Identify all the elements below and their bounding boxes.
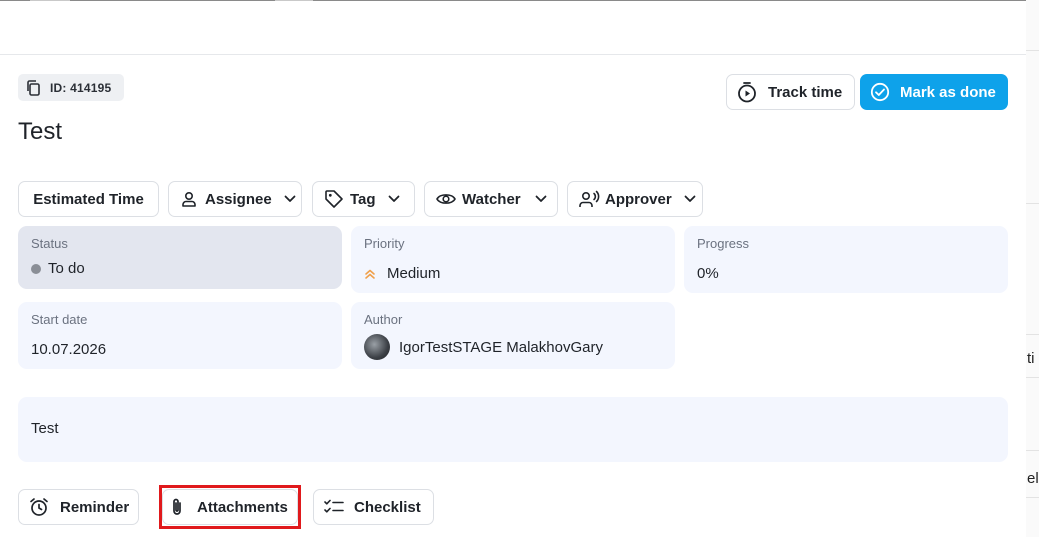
watcher-label: Watcher — [462, 190, 521, 208]
approver-voice-icon — [579, 190, 600, 207]
author-value: IgorTestSTAGE MalakhovGary — [364, 334, 603, 360]
user-icon — [182, 191, 196, 207]
side-panel-divider — [1026, 203, 1039, 204]
estimated-time-label: Estimated Time — [33, 190, 144, 208]
side-panel-divider — [1026, 50, 1039, 51]
double-chevron-up-icon — [365, 269, 375, 279]
priority-value: Medium — [364, 265, 440, 282]
checklist-icon — [324, 499, 344, 513]
mark-as-done-button[interactable]: Mark as done — [860, 74, 1008, 110]
description-text: Test — [31, 420, 59, 437]
author-card-label: Author — [364, 312, 403, 327]
eye-icon — [436, 194, 456, 204]
tag-label: Tag — [350, 190, 376, 208]
progress-value: 0% — [697, 265, 719, 282]
checklist-button[interactable]: Checklist — [313, 489, 434, 525]
side-panel-divider — [1026, 450, 1039, 451]
stopwatch-icon — [738, 82, 756, 103]
task-id-chip[interactable]: ID: 414195 — [18, 74, 124, 101]
chevron-down-icon — [388, 195, 399, 202]
mark-as-done-label: Mark as done — [900, 83, 996, 101]
track-time-button[interactable]: Track time — [726, 74, 855, 110]
top-divider — [0, 0, 1026, 1]
side-panel-divider — [1026, 334, 1039, 335]
checklist-label: Checklist — [354, 498, 421, 516]
paperclip-icon — [173, 498, 181, 515]
author-card[interactable]: Author IgorTestSTAGE MalakhovGary — [351, 302, 675, 369]
tag-dropdown[interactable]: Tag — [312, 181, 415, 217]
progress-card-label: Progress — [697, 236, 750, 251]
priority-value-text: Medium — [387, 265, 441, 282]
assignee-label: Assignee — [205, 190, 272, 208]
copy-icon — [27, 79, 40, 96]
side-panel-divider — [1026, 497, 1039, 498]
description-box[interactable]: Test — [18, 397, 1008, 462]
cropped-top-element — [275, 0, 313, 1]
start-date-card[interactable]: Start date 10.07.2026 — [18, 302, 342, 369]
approver-label: Approver — [605, 190, 672, 208]
task-title[interactable]: Test — [18, 118, 62, 146]
start-date-card-label: Start date — [31, 312, 88, 327]
chevron-down-icon — [684, 195, 696, 202]
side-panel-edge — [1026, 0, 1039, 537]
attachments-label: Attachments — [197, 498, 288, 516]
author-name: IgorTestSTAGE MalakhovGary — [399, 338, 603, 356]
watcher-dropdown[interactable]: Watcher — [424, 181, 558, 217]
task-id-text: ID: 414195 — [50, 80, 112, 95]
side-panel-divider — [1026, 377, 1039, 378]
priority-card-label: Priority — [364, 236, 405, 251]
assignee-dropdown[interactable]: Assignee — [168, 181, 302, 217]
chevron-down-icon — [535, 195, 547, 202]
track-time-label: Track time — [768, 83, 843, 101]
status-dot-icon — [31, 263, 41, 274]
header-divider — [0, 54, 1026, 55]
check-circle-icon — [870, 82, 890, 102]
avatar — [364, 334, 390, 360]
status-value: To do — [31, 260, 85, 277]
status-value-text: To do — [48, 260, 85, 277]
attachments-button[interactable]: Attachments — [162, 489, 298, 525]
cropped-top-element — [30, 0, 70, 1]
side-panel-text: ti — [1027, 350, 1035, 367]
approver-dropdown[interactable]: Approver — [567, 181, 703, 217]
reminder-label: Reminder — [60, 498, 130, 516]
chevron-down-icon — [284, 195, 296, 202]
reminder-button[interactable]: Reminder — [18, 489, 139, 525]
side-panel-text: el — [1027, 470, 1039, 487]
alarm-clock-icon — [30, 498, 48, 516]
start-date-value: 10.07.2026 — [31, 341, 107, 358]
tag-icon — [325, 190, 343, 208]
estimated-time-button[interactable]: Estimated Time — [18, 181, 159, 217]
status-card-label: Status — [31, 236, 68, 251]
status-card[interactable]: Status To do — [18, 226, 342, 289]
priority-card[interactable]: Priority Medium — [351, 226, 675, 293]
progress-card[interactable]: Progress 0% — [684, 226, 1008, 293]
